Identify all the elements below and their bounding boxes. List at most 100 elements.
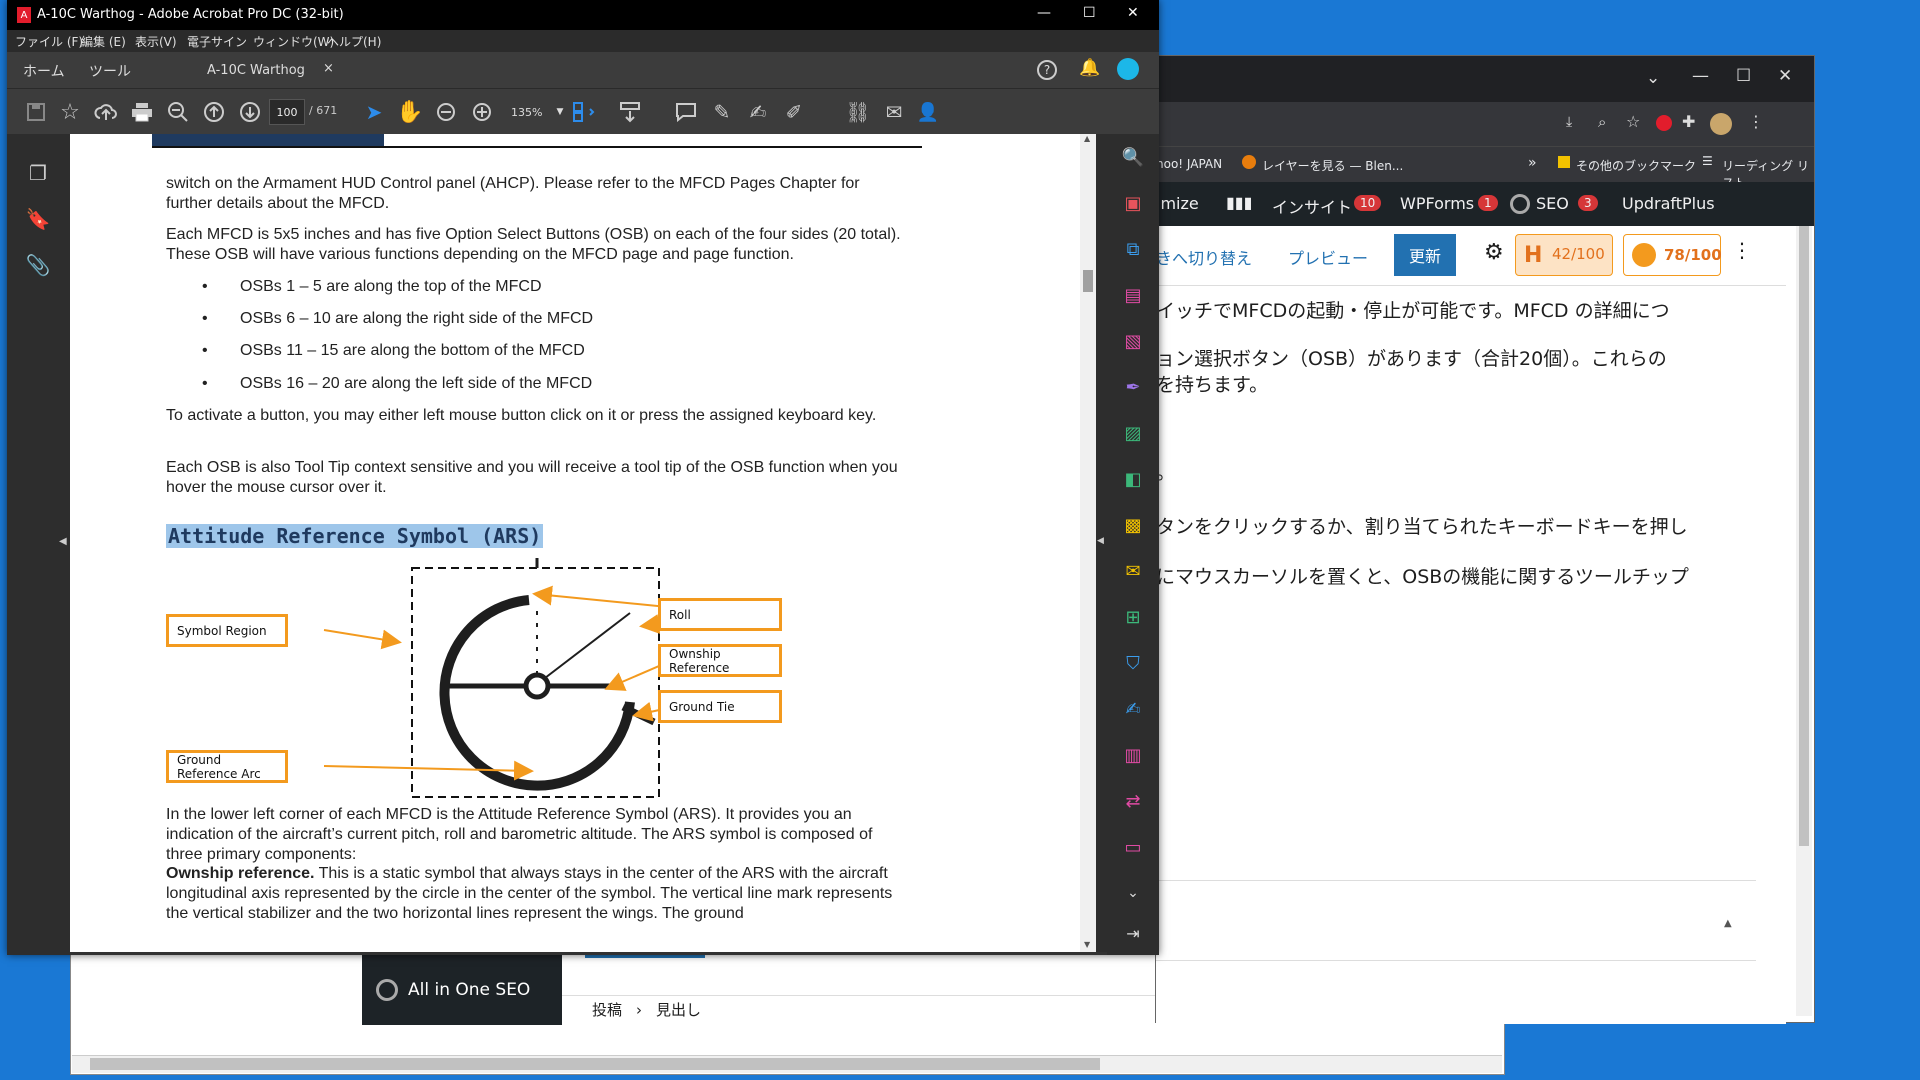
compare-files-icon[interactable]: ◧ [1107, 456, 1159, 502]
previous-page-icon[interactable] [199, 97, 229, 127]
avatar[interactable] [1710, 113, 1732, 135]
aioseo-panel-button[interactable]: All in One SEO [362, 955, 562, 1025]
page-layout-icon[interactable] [569, 97, 599, 127]
tab-search-icon[interactable]: ⌄ [1646, 68, 1660, 88]
maximize-icon[interactable]: ☐ [1736, 66, 1751, 86]
tab-close-icon[interactable]: × [323, 61, 334, 76]
prepare-form-icon[interactable]: ▥ [1107, 732, 1159, 778]
close-icon[interactable]: ✕ [1778, 66, 1792, 86]
notifications-bell-icon[interactable]: 🔔 [1079, 58, 1100, 78]
zoom-out-icon[interactable] [431, 97, 461, 127]
optimize-pdf-icon[interactable]: ⇄ [1107, 778, 1159, 824]
bookmark-blender[interactable]: レイヤーを見る — Blen... [1262, 157, 1403, 174]
edit-pdf-icon[interactable]: ✐ [779, 97, 809, 127]
fill-sign-icon[interactable]: ✒ [1107, 364, 1159, 410]
pdf-page[interactable]: switch on the Armament HUD Control panel… [70, 134, 1080, 952]
attachment-icon[interactable]: 📎 [12, 242, 64, 288]
certificates-icon[interactable]: ✍ [1107, 686, 1159, 732]
tab-document[interactable]: A-10C Warthog × [165, 52, 343, 88]
breadcrumb-heading[interactable]: 見出し [656, 999, 701, 1020]
pdf-vertical-scrollbar[interactable]: ▲ ▼ [1080, 134, 1096, 952]
extension-red-icon[interactable] [1656, 115, 1672, 131]
save-icon[interactable] [21, 97, 51, 127]
bookmark-yahoo[interactable]: hoo! JAPAN [1156, 157, 1222, 171]
seo-score-badge[interactable]: 78/100 [1623, 234, 1722, 276]
breadcrumb-post[interactable]: 投稿 [592, 999, 622, 1020]
bookmarks-overflow-icon[interactable]: » [1528, 155, 1537, 171]
menu-file[interactable]: ファイル (F) [15, 33, 83, 50]
switch-to-draft-link[interactable]: きへ切り替え [1156, 245, 1252, 269]
comment-icon[interactable] [671, 97, 701, 127]
panel-collapse-icon[interactable]: ▲ [1724, 918, 1732, 929]
bookmark-other[interactable]: その他のブックマーク [1576, 157, 1696, 174]
menu-view[interactable]: 表示(V) [135, 33, 177, 50]
tab-home[interactable]: ホーム [23, 61, 65, 81]
install-icon[interactable]: ⤓ [1566, 114, 1572, 130]
minimize-icon[interactable]: — [1692, 66, 1709, 86]
draw-icon[interactable]: ✍ [743, 97, 773, 127]
admin-updraft[interactable]: UpdraftPlus [1622, 194, 1715, 213]
chrome-vertical-scrollbar[interactable] [1796, 226, 1812, 1016]
next-page-icon[interactable] [235, 97, 265, 127]
pdf-scroll-thumb[interactable] [1083, 270, 1093, 292]
wp-editor-content[interactable]: イッチでMFCDの起動・停止が可能です。MFCD の詳細につ ョン選択ボタン（O… [1156, 286, 1786, 848]
request-signature-icon[interactable]: ▨ [1107, 410, 1159, 456]
preview-link[interactable]: プレビュー [1288, 245, 1368, 269]
add-user-icon[interactable]: 👤 [913, 97, 943, 127]
search-tools-icon[interactable]: 🔍 [1107, 134, 1159, 180]
print-icon[interactable] [127, 97, 157, 127]
update-button[interactable]: 更新 [1394, 234, 1456, 276]
extensions-puzzle-icon[interactable]: ✚ [1682, 112, 1695, 131]
collapse-right-pane-icon[interactable]: ◀ [1097, 536, 1104, 546]
admin-wpforms[interactable]: WPForms [1400, 194, 1474, 213]
admin-insight[interactable]: インサイト [1272, 194, 1352, 218]
scroll-thumb[interactable] [1799, 226, 1809, 846]
scroll-up-icon[interactable]: ▲ [1084, 134, 1090, 143]
combine-files-icon[interactable]: ⧉ [1107, 226, 1159, 272]
menu-dots-icon[interactable]: ⋮ [1748, 112, 1764, 131]
menu-edit[interactable]: 編集 (E) [81, 33, 126, 50]
bookmark-icon[interactable]: 🔖 [12, 196, 64, 242]
options-dots-icon[interactable]: ⋮ [1732, 238, 1752, 262]
close-icon[interactable]: ✕ [1127, 5, 1139, 21]
email-icon[interactable]: ✉ [879, 97, 909, 127]
share-link-icon[interactable]: ⛓ [843, 97, 873, 127]
admin-seo[interactable]: SEO [1536, 194, 1569, 213]
star-icon[interactable]: ☆ [55, 97, 85, 127]
send-for-comments-icon[interactable]: ▩ [1107, 502, 1159, 548]
help-icon[interactable]: ? [1037, 60, 1057, 80]
hand-tool-icon[interactable]: ✋ [395, 97, 425, 127]
measure-icon[interactable]: ▭ [1107, 824, 1159, 870]
headline-score-badge[interactable]: H 42/100 [1515, 234, 1613, 276]
select-cursor-icon[interactable]: ➤ [359, 97, 389, 127]
scroll-down-icon[interactable]: ▼ [1084, 940, 1090, 949]
comment-tool-icon[interactable]: ✉ [1107, 548, 1159, 594]
collapse-tools-icon[interactable]: ⇥ [1107, 910, 1159, 956]
upload-cloud-icon[interactable] [91, 97, 121, 127]
settings-gear-icon[interactable]: ⚙ [1484, 240, 1504, 265]
scroll-mode-icon[interactable] [615, 97, 645, 127]
account-avatar[interactable] [1117, 58, 1139, 80]
menu-esign[interactable]: 電子サイン [187, 33, 247, 50]
organize-pages-icon[interactable]: ▤ [1107, 272, 1159, 318]
page-number-input[interactable]: 100 [269, 99, 305, 125]
highlight-pen-icon[interactable]: ✎ [707, 97, 737, 127]
tab-tools[interactable]: ツール [89, 61, 131, 81]
menu-window[interactable]: ウィンドウ(W) [253, 33, 334, 50]
create-pdf-icon[interactable]: ▣ [1107, 180, 1159, 226]
scan-ocr-icon[interactable]: ⊞ [1107, 594, 1159, 640]
minimize-icon[interactable]: — [1037, 5, 1051, 21]
zoom-in-icon[interactable] [467, 97, 497, 127]
star-icon[interactable]: ☆ [1626, 112, 1640, 131]
zoom-out-search-icon[interactable] [163, 97, 193, 127]
protect-shield-icon[interactable]: ⛉ [1107, 640, 1159, 686]
zoom-select[interactable]: 135% ▼ [505, 99, 563, 125]
admin-optimize[interactable]: imize [1156, 194, 1199, 213]
pane-splitter[interactable]: ◀ [1096, 134, 1107, 952]
expand-left-pane-icon[interactable]: ◀ [59, 536, 67, 547]
maximize-icon[interactable]: ☐ [1083, 5, 1096, 21]
export-pdf-icon[interactable]: ▧ [1107, 318, 1159, 364]
page-thumbnails-icon[interactable]: ❐ [12, 150, 64, 196]
horizontal-scroll-thumb[interactable] [90, 1058, 1100, 1070]
zoom-icon[interactable]: ⌕ [1598, 113, 1606, 131]
